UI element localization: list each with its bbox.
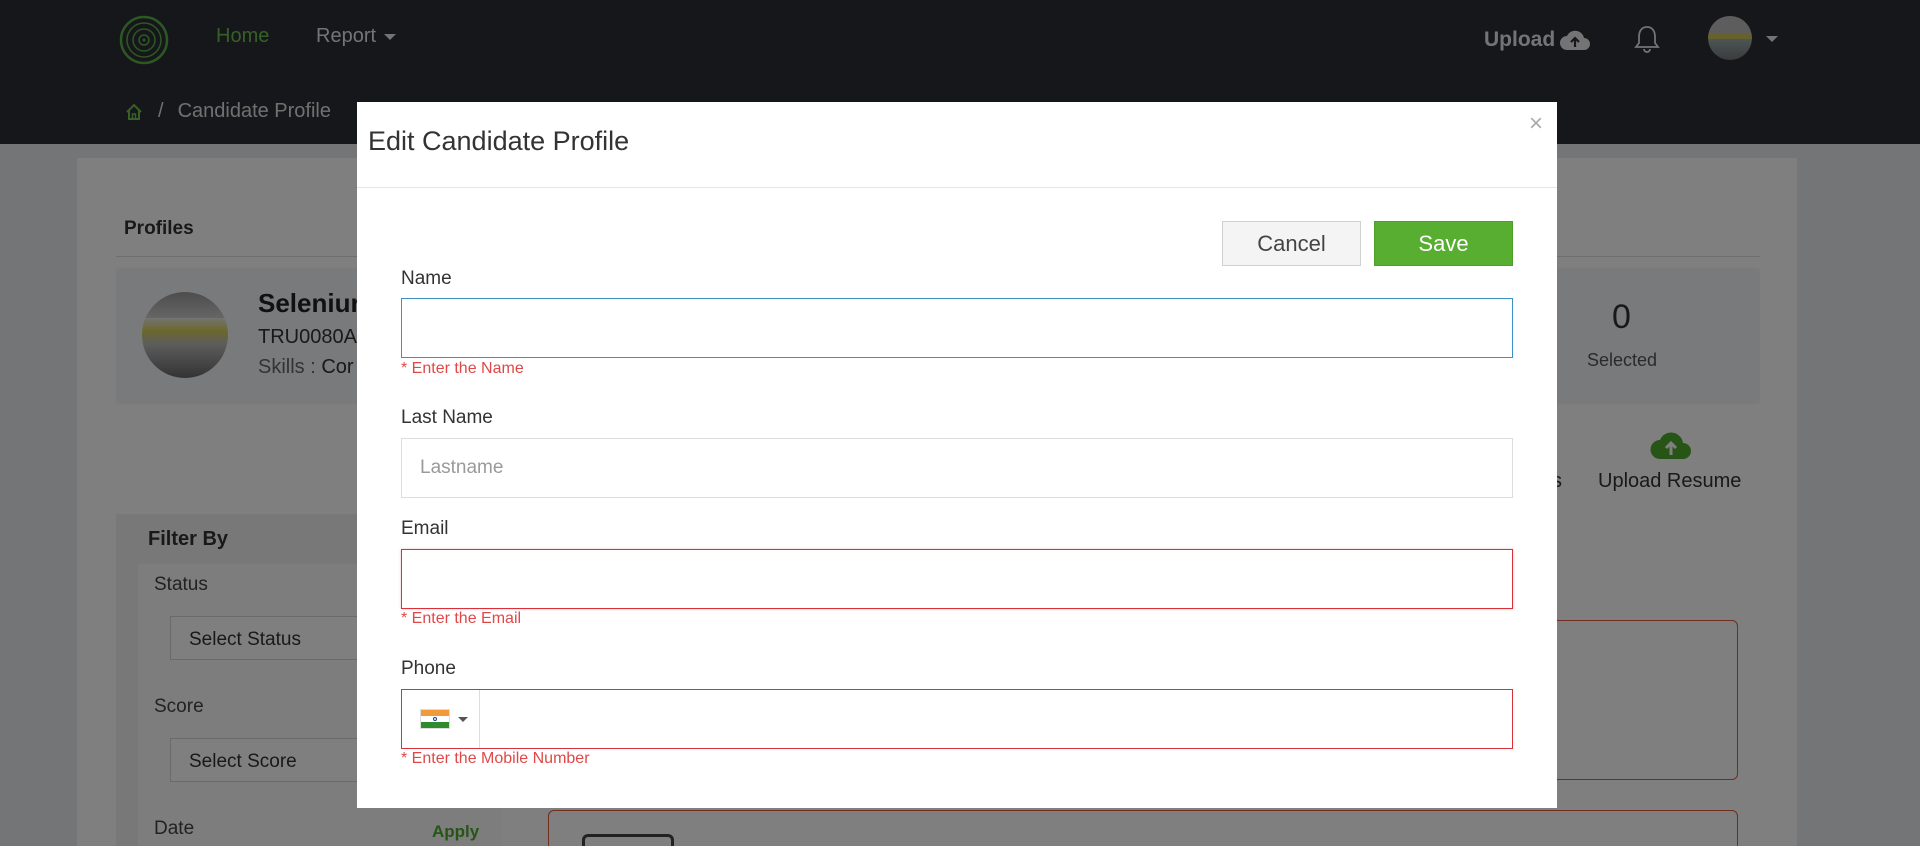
india-flag-icon (420, 709, 450, 729)
name-label: Name (401, 268, 452, 289)
email-label: Email (401, 518, 449, 539)
phone-error: * Enter the Mobile Number (401, 750, 590, 767)
close-icon[interactable]: × (1529, 110, 1543, 138)
phone-field (401, 689, 1513, 749)
modal-title: Edit Candidate Profile (368, 126, 630, 156)
phone-label: Phone (401, 658, 456, 679)
name-input[interactable] (401, 298, 1513, 358)
country-code-select[interactable] (402, 690, 480, 748)
phone-input[interactable] (482, 690, 1512, 748)
last-name-input[interactable] (401, 438, 1513, 498)
chevron-down-icon (458, 716, 468, 722)
save-button[interactable]: Save (1374, 221, 1513, 266)
email-input[interactable] (401, 549, 1513, 609)
email-error: * Enter the Email (401, 610, 522, 627)
cancel-button[interactable]: Cancel (1222, 221, 1361, 266)
name-error: * Enter the Name (401, 360, 524, 377)
modal-header: Edit Candidate Profile × (357, 102, 1557, 188)
edit-candidate-modal: Edit Candidate Profile × Cancel Save Nam… (357, 102, 1557, 808)
last-name-label: Last Name (401, 407, 493, 428)
